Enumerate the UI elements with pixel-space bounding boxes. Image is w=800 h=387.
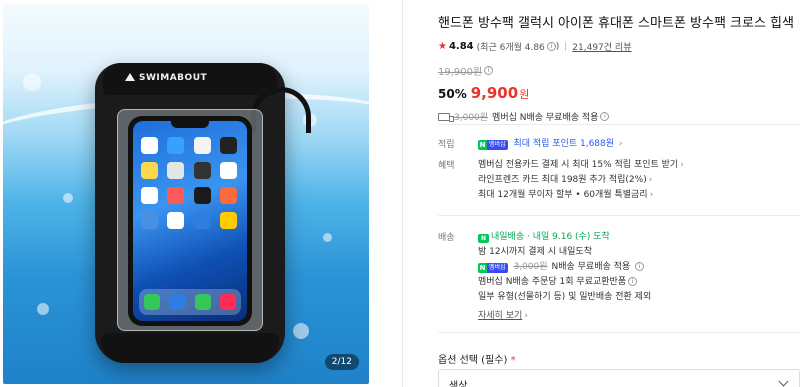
chevron-right-icon: › bbox=[618, 139, 623, 149]
pouch-bottom-clip bbox=[101, 333, 279, 363]
delivery-exchange: 멤버십 N배송 주문당 1회 무료교환반품 i bbox=[478, 275, 800, 290]
color-select[interactable]: 색상 bbox=[438, 369, 800, 387]
points-link[interactable]: N 멤버십 최대 적립 포인트 1,688원 › bbox=[478, 137, 800, 152]
delivery-free-row: N 멤버십 3,000원 N배송 무료배송 적용 i bbox=[478, 260, 800, 275]
shipping-text: 멤버십 N배송 무료배송 적용 bbox=[492, 113, 599, 123]
water-droplet bbox=[63, 193, 73, 203]
points-label: 적립 bbox=[438, 140, 455, 150]
info-icon[interactable]: i bbox=[635, 262, 645, 271]
reviews-link[interactable]: 21,497건 리뷰 bbox=[572, 40, 631, 53]
section-divider bbox=[438, 332, 800, 333]
info-icon[interactable]: i bbox=[628, 277, 638, 286]
sale-price: 9,900 bbox=[470, 84, 519, 102]
delivery-arrival: N 내일배송 · 내일 9.16 (수) 도착 bbox=[478, 230, 800, 245]
discount-rate: 50% bbox=[438, 87, 467, 101]
npay-membership-badge: N 멤버십 bbox=[478, 140, 508, 150]
select-value: 색상 bbox=[449, 381, 468, 387]
product-title: 핸드폰 방수팩 갤럭시 아이폰 휴대폰 스마트폰 방수팩 크로스 힙색 bbox=[438, 16, 794, 31]
water-droplet bbox=[293, 323, 309, 339]
brand-logo: SWIMABOUT bbox=[125, 73, 207, 83]
smartphone bbox=[128, 116, 252, 326]
truck-icon bbox=[438, 112, 454, 122]
perk-item[interactable]: 멤버십 전용카드 결제 시 최대 15% 적립 포인트 받기 › bbox=[478, 158, 800, 173]
price-row: 50% 9,900 원 bbox=[438, 84, 800, 102]
info-icon[interactable]: i bbox=[546, 42, 556, 51]
chevron-right-icon: › bbox=[680, 160, 684, 170]
npay-membership-badge: N 멤버십 bbox=[478, 263, 508, 273]
rating-note-end: ) bbox=[555, 41, 560, 52]
perks-label: 혜택 bbox=[438, 161, 455, 171]
info-icon[interactable]: i bbox=[600, 112, 610, 121]
shipping-row: 3,000원 멤버십 N배송 무료배송 적용 i bbox=[438, 110, 800, 123]
price-unit: 원 bbox=[519, 88, 530, 101]
section-divider bbox=[438, 215, 800, 216]
rating-row: ★ 4.84 (최근 6개월 4.86 i ) 21,497건 리뷰 bbox=[438, 40, 800, 53]
shipping-original-fee: 3,000원 bbox=[454, 113, 489, 123]
perk-item[interactable]: 라인프렌즈 카드 최대 198원 추가 적립(2%) › bbox=[478, 173, 800, 188]
phone-screen bbox=[133, 121, 247, 321]
product-main-image[interactable]: SWIMABOUT 2/12 bbox=[3, 3, 369, 384]
chevron-right-icon: › bbox=[524, 311, 528, 321]
waterproof-pouch: SWIMABOUT bbox=[95, 63, 311, 363]
water-droplet bbox=[323, 233, 332, 242]
original-price: 19,900원 bbox=[438, 67, 483, 78]
delivery-details-link[interactable]: 자세히 보기 › bbox=[478, 309, 800, 324]
option-label: 옵션 선택 (필수) * bbox=[438, 355, 516, 366]
divider bbox=[565, 42, 567, 51]
points-section: 적립 N 멤버십 최대 적립 포인트 1,688원 › bbox=[438, 137, 800, 153]
chevron-down-icon bbox=[778, 376, 789, 387]
info-icon[interactable]: i bbox=[484, 66, 494, 75]
original-price-row: 19,900원 i bbox=[438, 63, 800, 78]
product-gallery: SWIMABOUT 2/12 bbox=[0, 0, 370, 387]
rating-note: (최근 6개월 4.86 bbox=[476, 43, 545, 53]
image-pager: 2/12 bbox=[324, 354, 359, 370]
tomorrow-delivery-icon: N bbox=[478, 234, 489, 243]
water-droplet bbox=[37, 303, 49, 315]
delivery-label: 배송 bbox=[438, 233, 455, 243]
chevron-right-icon: › bbox=[648, 175, 653, 185]
star-icon: ★ bbox=[438, 41, 447, 52]
water-droplet bbox=[23, 73, 41, 91]
pouch-window bbox=[117, 109, 263, 331]
delivery-section: 배송 N 내일배송 · 내일 9.16 (수) 도착 밤 12시까지 결제 시 내… bbox=[438, 230, 800, 325]
delivery-exclude: 일부 유형(선물하기 등) 및 일반배송 전환 제외 bbox=[478, 292, 652, 302]
pouch-top-clip: SWIMABOUT bbox=[103, 63, 277, 95]
perks-section: 혜택 멤버십 전용카드 결제 시 최대 15% 적립 포인트 받기 › 라인프렌즈… bbox=[438, 158, 800, 206]
chevron-right-icon: › bbox=[649, 190, 654, 200]
section-divider bbox=[438, 124, 800, 125]
delivery-cutoff: 밤 12시까지 결제 시 내일도착 bbox=[478, 247, 592, 257]
perk-item[interactable]: 최대 12개월 무이자 할부 • 60개월 특별금리 › bbox=[478, 188, 800, 203]
rating-value: 4.84 bbox=[448, 41, 474, 52]
